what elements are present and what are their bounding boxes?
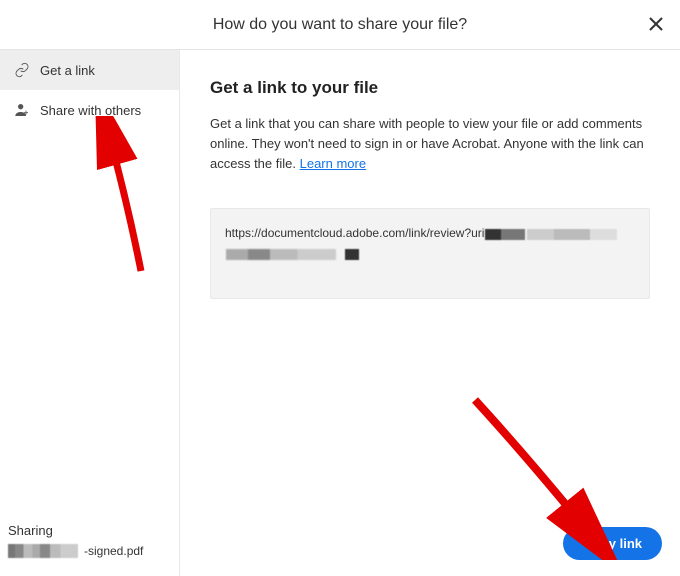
redacted-url-part: [345, 249, 359, 260]
link-icon: [14, 62, 30, 78]
sidebar-item-label: Get a link: [40, 63, 95, 78]
close-button[interactable]: [644, 12, 668, 36]
file-suffix: -signed.pdf: [84, 544, 143, 558]
sidebar-item-label: Share with others: [40, 103, 141, 118]
close-icon: [648, 16, 664, 32]
link-url-box[interactable]: https://documentcloud.adobe.com/link/rev…: [210, 208, 650, 299]
link-url-text: https://documentcloud.adobe.com/link/rev…: [225, 226, 484, 240]
share-dialog: How do you want to share your file? Get …: [0, 0, 680, 576]
file-row: -signed.pdf: [8, 544, 171, 558]
main-panel: Get a link to your file Get a link that …: [180, 50, 680, 576]
panel-description: Get a link that you can share with peopl…: [210, 114, 650, 174]
learn-more-link[interactable]: Learn more: [300, 156, 366, 171]
description-text: Get a link that you can share with peopl…: [210, 116, 644, 171]
dialog-header: How do you want to share your file?: [0, 0, 680, 50]
sidebar: Get a link Share with others Sharing -si…: [0, 50, 180, 576]
person-add-icon: [14, 102, 30, 118]
sidebar-item-share-others[interactable]: Share with others: [0, 90, 179, 130]
redacted-url-part: [527, 229, 617, 240]
dialog-title: How do you want to share your file?: [213, 16, 467, 34]
sidebar-list: Get a link Share with others: [0, 50, 179, 513]
redacted-filename: [8, 544, 78, 558]
redacted-url-part: [485, 229, 525, 240]
dialog-body: Get a link Share with others Sharing -si…: [0, 50, 680, 576]
panel-title: Get a link to your file: [210, 78, 650, 98]
sharing-label: Sharing: [8, 523, 171, 538]
copy-link-button[interactable]: Copy link: [563, 527, 662, 560]
sidebar-footer: Sharing -signed.pdf: [0, 513, 179, 576]
redacted-url-part: [226, 249, 336, 260]
sidebar-item-get-link[interactable]: Get a link: [0, 50, 179, 90]
